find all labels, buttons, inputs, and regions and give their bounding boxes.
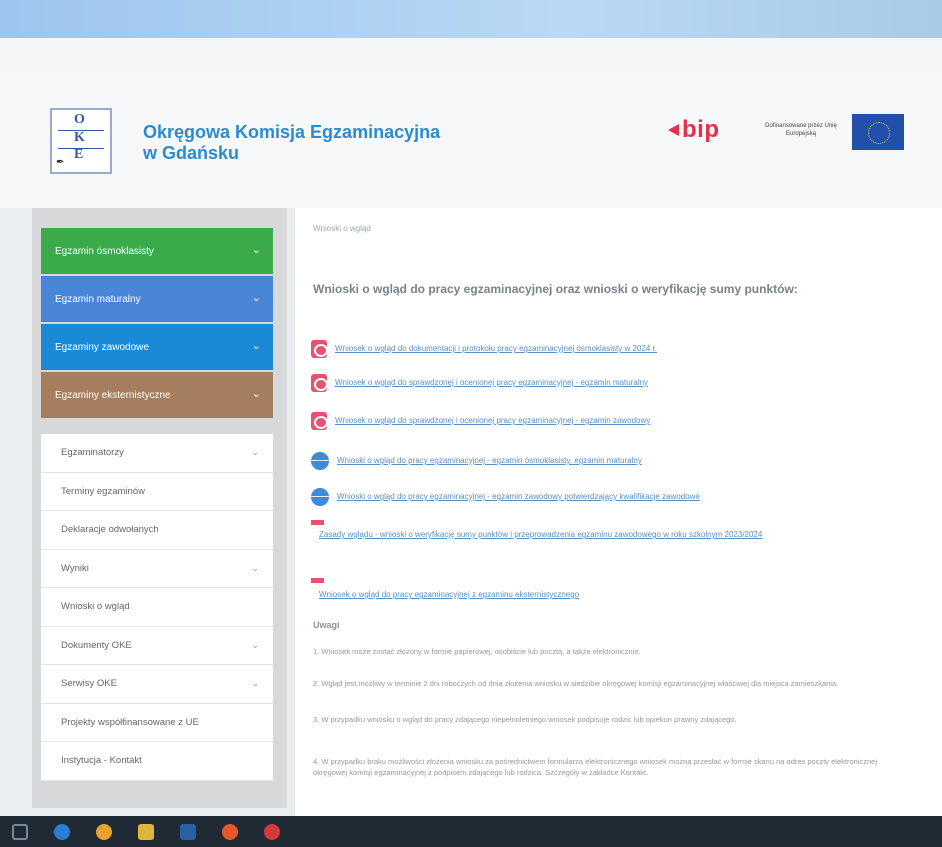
doc-link[interactable]: Wniosek o wgląd do sprawdzonej i ocenion… bbox=[311, 412, 911, 430]
chrome-icon[interactable] bbox=[96, 823, 112, 840]
globe-icon bbox=[311, 488, 329, 506]
os-taskbar bbox=[0, 816, 942, 847]
chevron-down-icon: ⌄ bbox=[251, 388, 261, 400]
menu-label: Egzamin maturalny bbox=[55, 293, 141, 305]
note-text: 4. W przypadku braku możliwości złożenia… bbox=[313, 757, 877, 777]
note-text: 1. Wniosek może zostać złożony w formie … bbox=[313, 647, 641, 656]
mail-icon[interactable] bbox=[180, 823, 196, 840]
chevron-down-icon: ⌄ bbox=[251, 678, 259, 688]
firefox-icon[interactable] bbox=[222, 823, 238, 840]
menu-item-projekty-ue[interactable]: Projekty współfinansowane z UE bbox=[41, 704, 273, 742]
pen-icon: ✒ bbox=[56, 157, 65, 168]
menu-item-egzaminatorzy[interactable]: Egzaminatorzy ⌄ bbox=[41, 434, 273, 473]
chevron-down-icon: ⌄ bbox=[251, 447, 259, 457]
windows-start-icon[interactable] bbox=[12, 823, 28, 840]
doc-link-text[interactable]: Wnioski o wgląd do pracy egzaminacyjnej … bbox=[337, 452, 642, 467]
menu-label: Egzaminy eksternistyczne bbox=[55, 389, 171, 401]
logo-letter-k: K bbox=[74, 130, 85, 145]
menu-item-terminy[interactable]: Terminy egzaminów bbox=[41, 473, 273, 511]
menu-item-label: Egzaminatorzy bbox=[61, 447, 124, 459]
menu-item-deklaracje[interactable]: Deklaracje odwołanych bbox=[41, 511, 273, 550]
globe-icon bbox=[311, 452, 329, 470]
eu-funding-text: Dofinansowane przez Unię Europejską bbox=[765, 123, 837, 137]
menu-item-serwisy[interactable]: Serwisy OKE ⌄ bbox=[41, 665, 273, 704]
chevron-down-icon: ⌄ bbox=[251, 562, 259, 573]
top-banner bbox=[0, 0, 942, 38]
note-text: 2. Wgląd jest możliwy w terminie 2 dni r… bbox=[313, 679, 839, 688]
menu-egzamin-maturalny[interactable]: Egzamin maturalny ⌄ bbox=[41, 276, 273, 322]
doc-link-text[interactable]: Wniosek o wgląd do sprawdzonej i ocenion… bbox=[335, 374, 648, 389]
pdf-small-icon bbox=[311, 520, 324, 525]
org-name[interactable]: Okręgowa Komisja Egzaminacyjna w Gdańsku bbox=[143, 122, 440, 164]
secondary-menu: Egzaminatorzy ⌄ Terminy egzaminów Deklar… bbox=[41, 434, 273, 781]
menu-item-label: Deklaracje odwołanych bbox=[61, 524, 159, 536]
bip-arrow-icon bbox=[668, 124, 679, 136]
bip-link[interactable]: bip bbox=[668, 116, 720, 144]
main-content: Wnioski o wgląd Wnioski o wgląd do pracy… bbox=[295, 208, 942, 816]
pdf-icon bbox=[311, 412, 328, 430]
doc-link[interactable]: Wnioski o wgląd do pracy egzaminacyjnej … bbox=[311, 488, 911, 506]
sidebar: Egzamin ósmoklasisty ⌄ Egzamin maturalny… bbox=[32, 208, 287, 808]
doc-link-text[interactable]: Wnioski o wgląd do pracy egzaminacyjnej … bbox=[337, 488, 700, 503]
doc-link-text[interactable]: Wniosek o wgląd do pracy egzaminacyjnej … bbox=[319, 586, 579, 601]
site-header: O K E ✒ Okręgowa Komisja Egzaminacyjna w… bbox=[0, 78, 942, 208]
doc-link[interactable]: Wniosek o wgląd do sprawdzonej i ocenion… bbox=[311, 374, 911, 392]
menu-item-label: Terminy egzaminów bbox=[61, 485, 145, 497]
doc-link[interactable]: Wniosek o wgląd do dokumentacji i protok… bbox=[311, 340, 911, 358]
doc-link-text[interactable]: Wniosek o wgląd do sprawdzonej i ocenion… bbox=[335, 412, 650, 427]
edge-icon[interactable] bbox=[54, 823, 70, 840]
doc-link[interactable]: Wnioski o wgląd do pracy egzaminacyjnej … bbox=[311, 452, 911, 470]
menu-item-dokumenty[interactable]: Dokumenty OKE ⌄ bbox=[41, 627, 273, 665]
page-title: Wnioski o wgląd do pracy egzaminacyjnej … bbox=[313, 282, 798, 296]
breadcrumb[interactable]: Wnioski o wgląd bbox=[313, 224, 371, 233]
doc-link[interactable]: Wniosek o wgląd do pracy egzaminacyjnej … bbox=[319, 586, 909, 601]
app-icon[interactable] bbox=[264, 823, 280, 840]
menu-item-label: Serwisy OKE bbox=[61, 678, 117, 690]
eu-flag-icon[interactable] bbox=[852, 114, 904, 150]
chevron-down-icon: ⌄ bbox=[251, 340, 261, 352]
logo-letter-o: O bbox=[74, 112, 85, 127]
chevron-down-icon: ⌄ bbox=[251, 639, 259, 650]
menu-egzaminy-zawodowe[interactable]: Egzaminy zawodowe ⌄ bbox=[41, 324, 273, 370]
menu-egzamin-osmoklasisty[interactable]: Egzamin ósmoklasisty ⌄ bbox=[41, 228, 273, 274]
menu-label: Egzaminy zawodowe bbox=[55, 341, 149, 353]
menu-item-label: Dokumenty OKE bbox=[61, 639, 132, 651]
menu-item-wyniki[interactable]: Wyniki ⌄ bbox=[41, 550, 273, 588]
menu-item-label: Wnioski o wgląd bbox=[61, 601, 130, 613]
org-name-line1: Okręgowa Komisja Egzaminacyjna bbox=[143, 122, 441, 142]
top-strip bbox=[0, 38, 942, 78]
menu-egzaminy-eksternistyczne[interactable]: Egzaminy eksternistyczne ⌄ bbox=[41, 372, 273, 418]
file-explorer-icon[interactable] bbox=[138, 823, 154, 840]
note-text: 3. W przypadku wniosku o wgląd do pracy … bbox=[313, 715, 737, 724]
chevron-down-icon: ⌄ bbox=[251, 292, 261, 304]
oke-logo[interactable]: O K E ✒ bbox=[50, 108, 112, 174]
menu-item-label: Projekty współfinansowane z UE bbox=[61, 716, 199, 728]
bip-label: bip bbox=[682, 116, 720, 143]
doc-link[interactable]: Zasady wglądu - wnioski o weryfikację su… bbox=[319, 526, 909, 541]
doc-link-text[interactable]: Wniosek o wgląd do dokumentacji i protok… bbox=[335, 340, 657, 355]
logo-letter-e: E bbox=[74, 147, 84, 162]
menu-item-kontakt[interactable]: Instytucja - Kontakt bbox=[41, 742, 273, 781]
chevron-down-icon: ⌄ bbox=[251, 244, 261, 256]
notes-title: Uwagi bbox=[313, 620, 340, 630]
menu-item-wnioski[interactable]: Wnioski o wgląd bbox=[41, 588, 273, 627]
doc-link-text[interactable]: Zasady wglądu - wnioski o weryfikację su… bbox=[319, 526, 762, 541]
pdf-icon bbox=[311, 374, 328, 392]
menu-label: Egzamin ósmoklasisty bbox=[55, 245, 154, 257]
menu-item-label: Wyniki bbox=[61, 562, 89, 574]
menu-item-label: Instytucja - Kontakt bbox=[61, 755, 142, 767]
pdf-small-icon bbox=[311, 578, 324, 583]
pdf-icon bbox=[311, 340, 328, 358]
org-name-line2: w Gdańsku bbox=[143, 143, 240, 163]
